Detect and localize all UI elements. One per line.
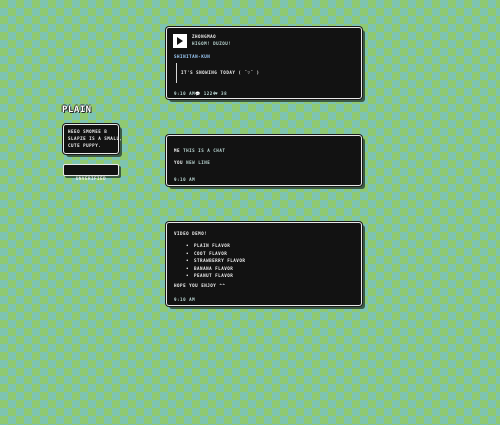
chat-line: YOU NEW LINE bbox=[174, 160, 210, 166]
profile-description-card: HEEO SMOMEE B SLAPZE IS A SMALL, CUTE PU… bbox=[63, 124, 123, 154]
unverified-button[interactable]: UNVERIFIED bbox=[63, 164, 119, 181]
message-footer-text: HOPE YOU ENJOY ^^ bbox=[174, 283, 226, 288]
message-time: 9:10 AM bbox=[174, 177, 196, 182]
author-subtitle: HIGOM! DUZOU! bbox=[192, 41, 232, 46]
reply-to-link[interactable]: SHINITAN-KUN bbox=[174, 54, 210, 60]
flavor-list: PLAIN FLAVOR COOT FLAVOR STRAWBERRY FLAV… bbox=[184, 242, 245, 280]
chat-line: ME THIS IS A CHAT bbox=[174, 148, 225, 154]
message-time: 9:10 AM bbox=[174, 91, 196, 96]
profile-description-line: CUTE PUPPY. bbox=[68, 143, 102, 148]
profile-description-line: HEEO SMOMEE B bbox=[68, 129, 108, 134]
unverified-button-label: UNVERIFIED bbox=[75, 176, 107, 181]
quote-text: IT'S SNOWING TODAY ( ˘▽˘ ) bbox=[181, 70, 260, 75]
list-item: BANANA FLAVOR bbox=[184, 265, 245, 273]
reply-count[interactable]: 💬 1224 bbox=[195, 91, 216, 97]
site-logo[interactable]: PLAIN bbox=[62, 105, 92, 115]
message-time: 9:10 AM bbox=[174, 297, 196, 302]
avatar[interactable] bbox=[173, 34, 187, 48]
chat-speaker: YOU bbox=[174, 160, 184, 165]
list-item: PEANUT FLAVOR bbox=[184, 272, 245, 280]
chat-text: THIS IS A CHAT bbox=[183, 148, 226, 153]
like-count[interactable]: ♥ 38 bbox=[215, 91, 227, 97]
quote-bar bbox=[176, 63, 177, 83]
list-item: PLAIN FLAVOR bbox=[184, 242, 245, 250]
message-card-3: VIDEO DEMO! PLAIN FLAVOR COOT FLAVOR STR… bbox=[166, 222, 362, 306]
chat-speaker: ME bbox=[174, 148, 181, 153]
author-name[interactable]: ZHONGMAO bbox=[192, 34, 216, 40]
video-demo-header: VIDEO DEMO! bbox=[174, 231, 208, 236]
list-item: COOT FLAVOR bbox=[184, 250, 245, 258]
message-card-2: ME THIS IS A CHAT YOU NEW LINE 9:10 AM bbox=[166, 135, 362, 186]
chat-text: NEW LINE bbox=[186, 160, 211, 165]
list-item: STRAWBERRY FLAVOR bbox=[184, 257, 245, 265]
message-card-1: ZHONGMAO HIGOM! DUZOU! SHINITAN-KUN IT'S… bbox=[166, 27, 362, 99]
profile-description-line: SLAPZE IS A SMALL, bbox=[68, 136, 123, 141]
